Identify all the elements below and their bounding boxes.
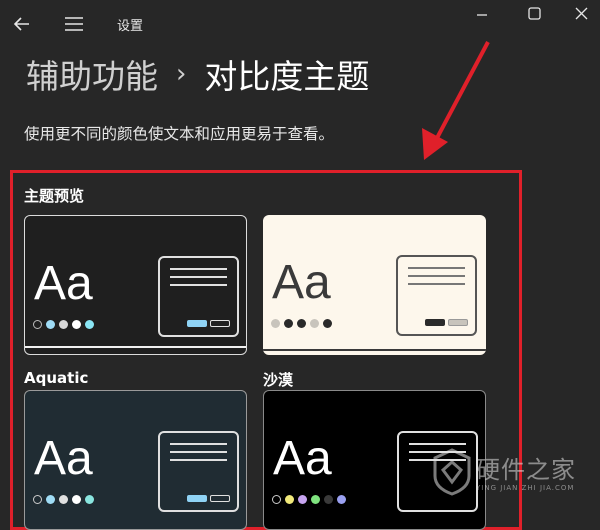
theme-name-aquatic: Aquatic <box>24 369 89 387</box>
theme-preview-heading: 主题预览 <box>24 187 85 205</box>
swatch <box>272 495 281 504</box>
watermark-logo: 硬件之家 YING JIAN ZHI JIA.COM <box>432 446 582 506</box>
swatch <box>297 319 306 328</box>
text-line <box>409 443 466 445</box>
swatch <box>46 320 55 329</box>
swatch <box>337 495 346 504</box>
aa-sample-text: Aa <box>34 432 93 485</box>
swatch <box>323 319 332 328</box>
swatch <box>59 320 68 329</box>
text-line <box>170 268 227 270</box>
swatch <box>298 495 307 504</box>
swatch <box>284 319 293 328</box>
swatch <box>271 319 280 328</box>
swatch <box>72 320 81 329</box>
secondary-button-preview <box>210 320 230 327</box>
text-line <box>170 284 227 286</box>
text-line <box>170 443 227 445</box>
aa-sample-text: Aa <box>34 257 93 310</box>
color-swatches <box>272 495 346 504</box>
primary-button-preview <box>425 319 445 326</box>
aa-sample-text: Aa <box>272 256 331 309</box>
card-accent-bar <box>263 349 486 351</box>
swatch <box>33 495 42 504</box>
primary-button-preview <box>187 320 207 327</box>
card-accent-bar <box>25 346 246 348</box>
text-line <box>408 267 465 269</box>
color-swatches <box>33 320 94 329</box>
swatch <box>46 495 55 504</box>
swatch <box>285 495 294 504</box>
color-swatches <box>271 319 332 328</box>
window-preview <box>396 255 477 336</box>
text-line <box>408 283 465 285</box>
swatch <box>310 319 319 328</box>
swatch <box>72 495 81 504</box>
swatch <box>59 495 68 504</box>
swatch <box>85 320 94 329</box>
swatch <box>33 320 42 329</box>
theme-card-aquatic[interactable]: Aa <box>24 390 247 530</box>
annotation-arrow <box>422 41 490 160</box>
text-line <box>170 276 227 278</box>
secondary-button-preview <box>210 495 230 502</box>
watermark-title: 硬件之家 <box>476 456 576 484</box>
color-swatches <box>33 495 94 504</box>
text-line <box>170 451 227 453</box>
secondary-button-preview <box>448 319 468 326</box>
swatch <box>324 495 333 504</box>
text-line <box>170 459 227 461</box>
swatch <box>85 495 94 504</box>
shield-logo-icon <box>433 448 471 496</box>
aa-sample-text: Aa <box>273 432 332 485</box>
watermark-url: YING JIAN ZHI JIA.COM <box>476 484 575 492</box>
theme-card-dark[interactable]: Aa <box>24 215 247 355</box>
theme-card-light[interactable]: Aa <box>263 215 486 355</box>
text-line <box>408 275 465 277</box>
window-preview <box>158 256 239 337</box>
theme-name-desert: 沙漠 <box>263 371 294 389</box>
swatch <box>311 495 320 504</box>
window-preview <box>158 431 239 512</box>
primary-button-preview <box>187 495 207 502</box>
